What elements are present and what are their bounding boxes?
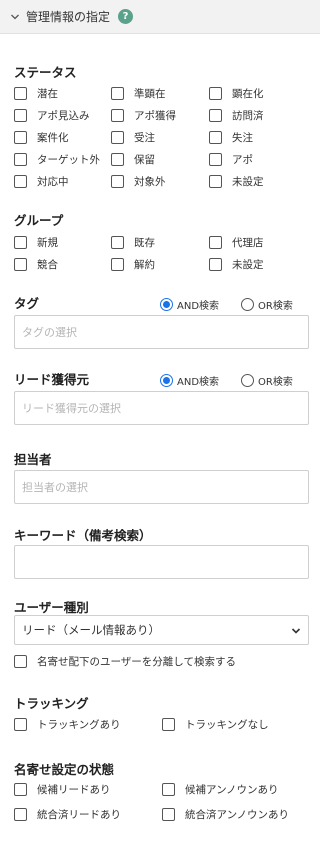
user-type-section-title: ユーザー種別 [14,600,89,615]
checkbox-box[interactable] [14,717,27,731]
tracking-section-title: トラッキング [14,696,89,711]
keyword-section-title: キーワード（備考検索） [14,528,152,543]
group-section-title: グループ [14,213,64,228]
checkbox-box[interactable] [14,86,27,100]
status-checkbox[interactable]: アポ獲得 [111,108,176,122]
chevron-down-icon [291,628,301,634]
checkbox-box[interactable] [111,257,124,271]
user-type-selected-value: リード（メール情報あり） [22,623,160,637]
status-checkbox[interactable]: アポ [209,152,253,166]
checkbox-box[interactable] [14,174,27,188]
tag-section-title: タグ [14,296,40,311]
status-checkbox[interactable]: 顕在化 [209,86,264,100]
group-checkbox[interactable]: 競合 [14,257,58,271]
checkbox-box[interactable] [111,130,124,144]
tracking-checkbox[interactable]: トラッキングなし [162,717,269,731]
owner-select-input[interactable]: 担当者の選択 [14,470,309,504]
radio-circle[interactable] [241,297,254,311]
group-checkbox[interactable]: 代理店 [209,235,264,249]
panel-header[interactable]: 管理情報の指定 ? [0,0,320,34]
checkbox-box[interactable] [14,257,27,271]
keyword-input[interactable] [14,545,309,579]
checkbox-box[interactable] [14,654,27,668]
chevron-down-icon [11,14,19,19]
status-checkbox[interactable]: ターゲット外 [14,152,100,166]
status-checkbox[interactable]: 受注 [111,130,155,144]
group-checkbox[interactable]: 解約 [111,257,155,271]
lead-source-section-title: リード獲得元 [14,372,90,387]
status-checkbox[interactable]: 対応中 [14,174,69,188]
checkbox-box[interactable] [111,108,124,122]
lead-source-and-radio[interactable]: AND検索 [160,373,219,388]
checkbox-box[interactable] [209,174,222,188]
tag-or-radio[interactable]: OR検索 [241,297,293,312]
checkbox-box[interactable] [209,108,222,122]
radio-circle[interactable] [160,373,173,387]
help-icon[interactable]: ? [118,9,134,24]
status-checkbox[interactable]: 失注 [209,130,253,144]
radio-circle[interactable] [241,373,254,387]
merge-state-checkbox[interactable]: 統合済リードあり [14,807,121,821]
status-checkbox[interactable]: アポ見込み [14,108,90,122]
checkbox-box[interactable] [162,807,175,821]
checkbox-box[interactable] [111,235,124,249]
status-checkbox[interactable]: 訪問済 [209,108,264,122]
group-checkbox[interactable]: 未設定 [209,257,264,271]
merge-state-checkbox[interactable]: 候補リードあり [14,782,111,796]
checkbox-box[interactable] [111,174,124,188]
user-type-select[interactable]: リード（メール情報あり） [14,615,309,645]
checkbox-box[interactable] [14,130,27,144]
tracking-checkbox[interactable]: トラッキングあり [14,717,121,731]
checkbox-box[interactable] [162,717,175,731]
separate-users-checkbox[interactable]: 名寄せ配下のユーザーを分離して検索する [14,654,236,668]
radio-circle[interactable] [160,297,173,311]
checkbox-box[interactable] [162,782,175,796]
lead-source-select-input[interactable]: リード獲得元の選択 [14,391,309,425]
checkbox-box[interactable] [209,86,222,100]
checkbox-box[interactable] [14,235,27,249]
panel-title: 管理情報の指定 [26,10,111,24]
status-checkbox[interactable]: 案件化 [14,130,69,144]
status-checkbox[interactable]: 未設定 [209,174,264,188]
checkbox-box[interactable] [111,152,124,166]
checkbox-box[interactable] [14,807,27,821]
owner-section-title: 担当者 [14,452,52,467]
status-section-title: ステータス [14,65,77,80]
merge-state-checkbox[interactable]: 統合済アンノウンあり [162,807,289,821]
lead-source-or-radio[interactable]: OR検索 [241,373,293,388]
status-checkbox[interactable]: 対象外 [111,174,166,188]
checkbox-box[interactable] [209,235,222,249]
checkbox-box[interactable] [14,782,27,796]
checkbox-box[interactable] [209,152,222,166]
status-checkbox[interactable]: 潜在 [14,86,58,100]
merge-state-checkbox[interactable]: 候補アンノウンあり [162,782,279,796]
merge-state-section-title: 名寄せ設定の状態 [14,762,115,777]
status-checkbox[interactable]: 保留 [111,152,155,166]
checkbox-box[interactable] [111,86,124,100]
tag-and-radio[interactable]: AND検索 [160,297,219,312]
checkbox-box[interactable] [14,152,27,166]
checkbox-box[interactable] [209,257,222,271]
checkbox-box[interactable] [14,108,27,122]
checkbox-box[interactable] [209,130,222,144]
tag-select-input[interactable]: タグの選択 [14,315,309,349]
group-checkbox[interactable]: 既存 [111,235,155,249]
group-checkbox[interactable]: 新規 [14,235,58,249]
status-checkbox[interactable]: 準顕在 [111,86,166,100]
